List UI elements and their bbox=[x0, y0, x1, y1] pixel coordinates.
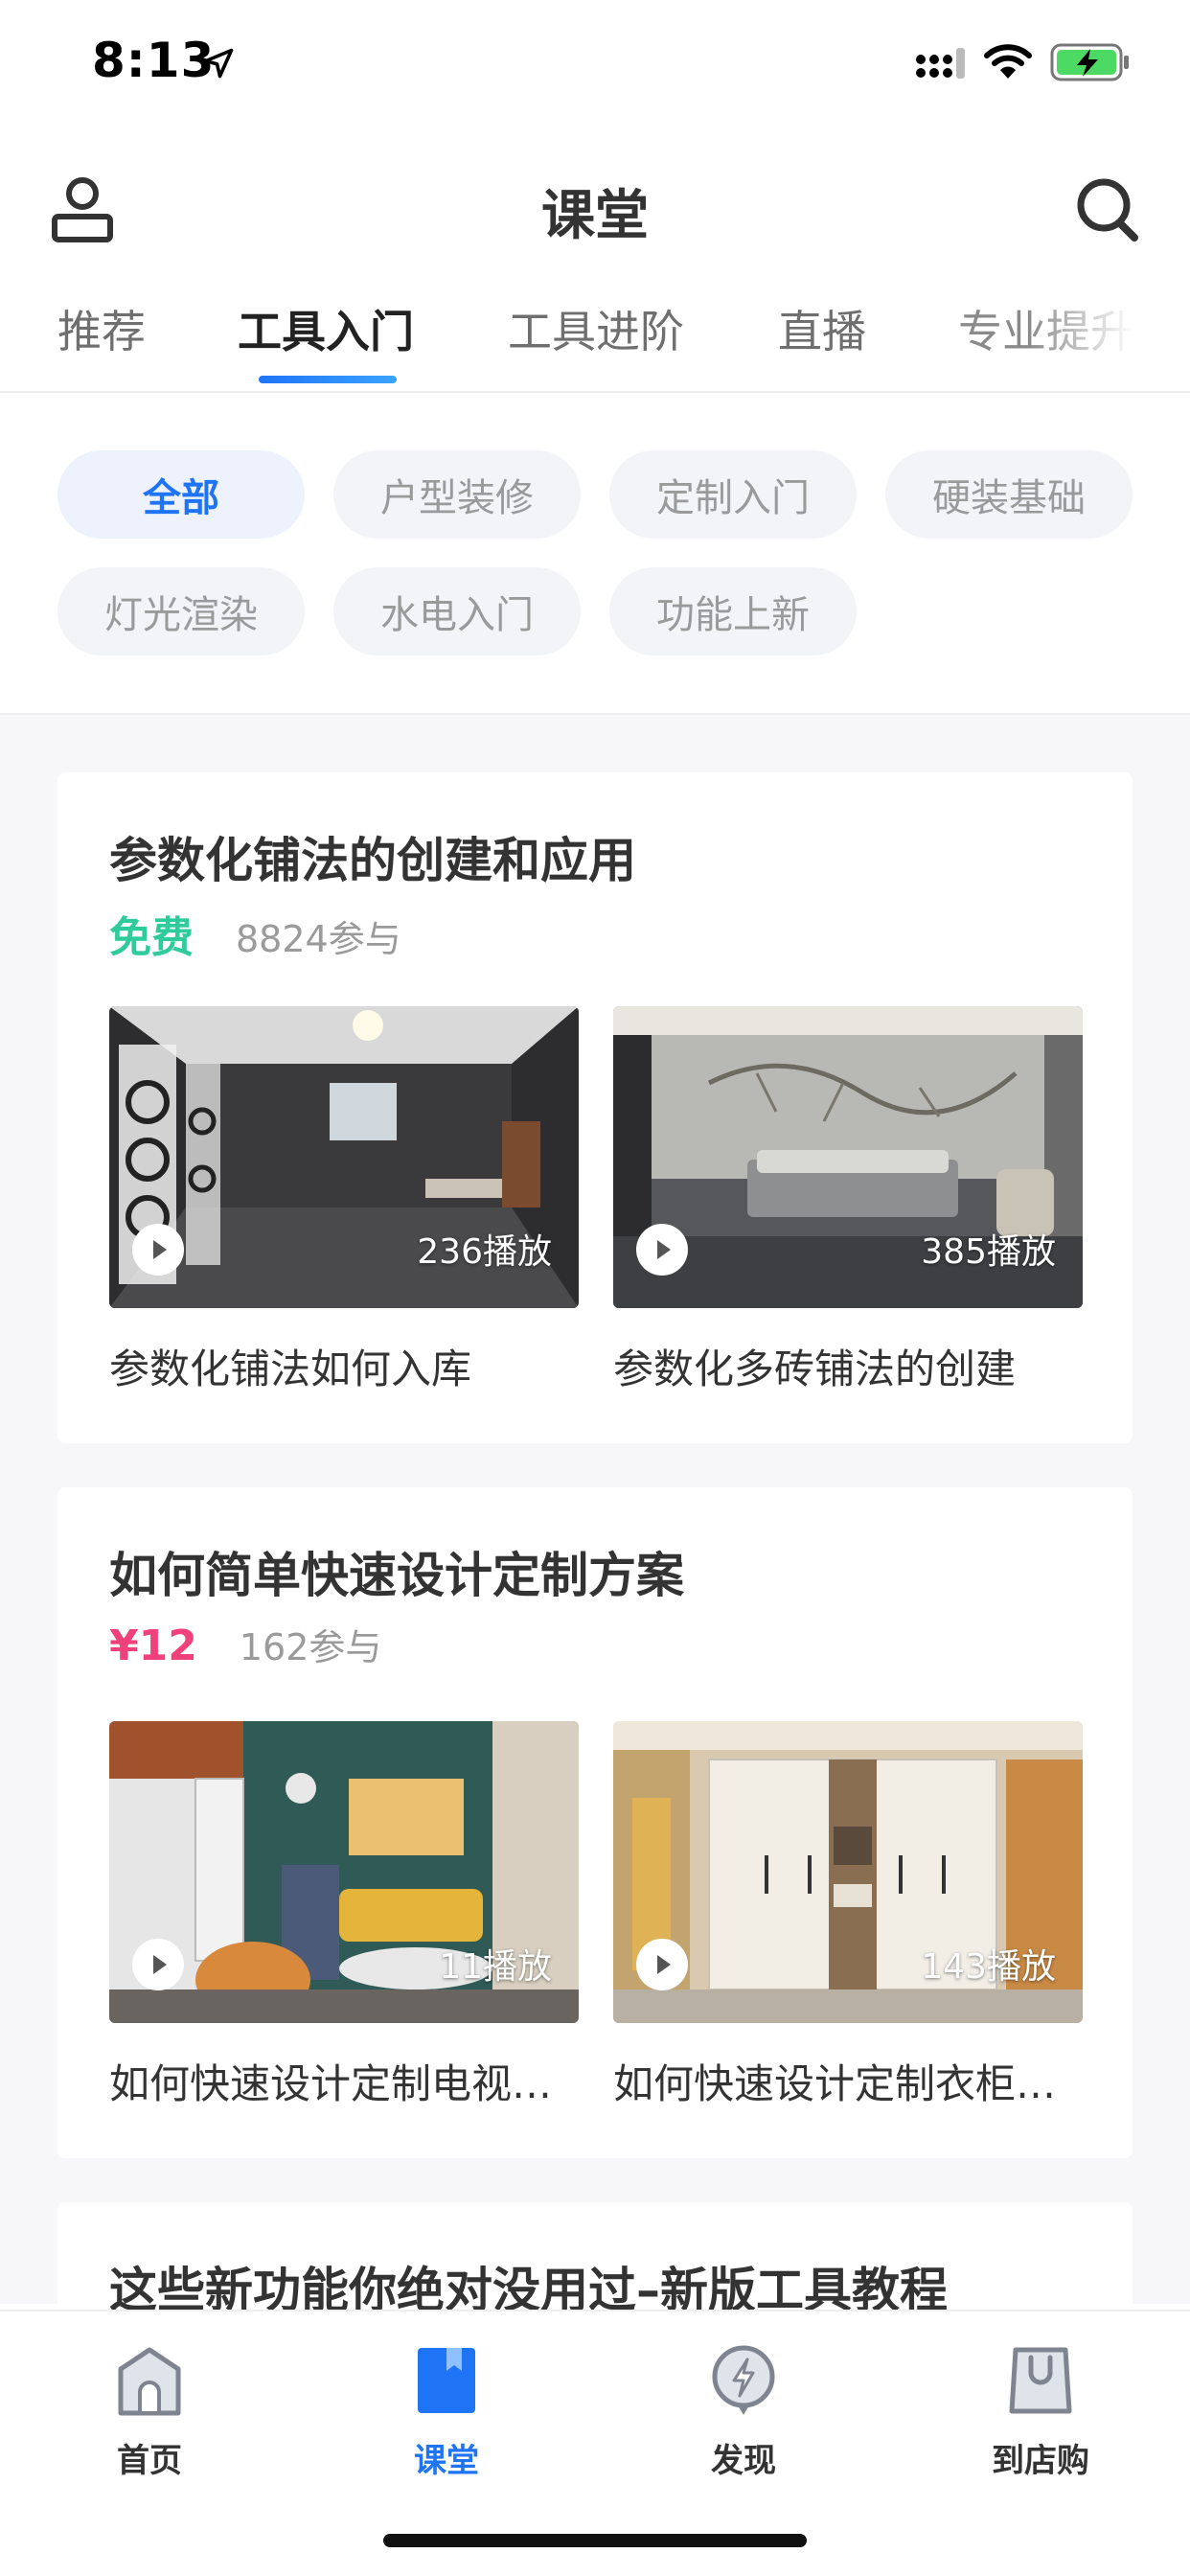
play-icon[interactable] bbox=[636, 1939, 688, 1990]
lesson-title: 参数化多砖铺法的创建 bbox=[613, 1346, 1017, 1392]
price-label: 免费 bbox=[109, 913, 194, 962]
filter-plumbing[interactable]: 水电入门 bbox=[333, 567, 581, 656]
tab-recommend[interactable]: 推荐 bbox=[57, 297, 146, 360]
play-icon[interactable] bbox=[132, 1939, 184, 1990]
nav-classroom[interactable]: 课堂 bbox=[351, 2334, 542, 2488]
home-indicator bbox=[383, 2534, 807, 2547]
home-icon bbox=[118, 2347, 181, 2416]
page-title: 课堂 bbox=[541, 185, 649, 247]
classroom-icon bbox=[418, 2348, 475, 2413]
filter-all[interactable]: 全部 bbox=[57, 450, 305, 539]
play-icon[interactable] bbox=[636, 1224, 688, 1276]
course-title: 如何简单快速设计定制方案 bbox=[109, 1548, 684, 1603]
lesson-title: 如何快速设计定制衣柜… bbox=[613, 2060, 1057, 2107]
nav-home[interactable]: 首页 bbox=[54, 2334, 245, 2488]
divider bbox=[0, 391, 1190, 393]
filter-floorplan[interactable]: 户型装修 bbox=[333, 450, 581, 539]
lesson-thumbnail[interactable]: 11播放 bbox=[109, 1721, 579, 2023]
divider bbox=[0, 713, 1190, 715]
nav-label: 首页 bbox=[117, 2442, 182, 2480]
status-bar: 8:13 bbox=[0, 0, 1190, 125]
play-count: 236播放 bbox=[417, 1232, 552, 1272]
lesson-title: 如何快速设计定制电视… bbox=[109, 2060, 553, 2107]
lesson-thumbnail[interactable]: 143播放 bbox=[613, 1721, 1083, 2023]
battery-charging-icon bbox=[1050, 43, 1129, 81]
price-label: ¥12 bbox=[109, 1622, 197, 1670]
lesson-item[interactable]: 385播放 参数化多砖铺法的创建 bbox=[613, 1006, 1083, 1395]
lesson-item[interactable]: 236播放 参数化铺法如何入库 bbox=[109, 1006, 579, 1395]
tab-tool-intro[interactable]: 工具入门 bbox=[238, 297, 414, 360]
lesson-title: 参数化铺法如何入库 bbox=[109, 1346, 472, 1392]
nav-label: 到店购 bbox=[992, 2442, 1089, 2480]
lesson-item[interactable]: 143播放 如何快速设计定制衣柜… bbox=[613, 1721, 1083, 2110]
lesson-thumbnail[interactable]: 385播放 bbox=[613, 1006, 1083, 1308]
filter-new-features[interactable]: 功能上新 bbox=[609, 567, 857, 656]
nav-store[interactable]: 到店购 bbox=[945, 2334, 1136, 2488]
store-icon bbox=[1009, 2347, 1072, 2414]
status-time: 8:13 bbox=[92, 33, 216, 88]
lesson-thumbnail[interactable]: 236播放 bbox=[109, 1006, 579, 1308]
search-icon[interactable] bbox=[1073, 174, 1140, 243]
tab-tool-advanced[interactable]: 工具进阶 bbox=[508, 297, 684, 360]
tab-professional[interactable]: 专业提升 bbox=[958, 297, 1134, 360]
discover-icon bbox=[712, 2345, 775, 2415]
filter-lighting[interactable]: 灯光渲染 bbox=[57, 567, 305, 656]
course-card[interactable]: 如何简单快速设计定制方案 ¥12 162参与 11播放 如何快速设计定制电视… … bbox=[57, 1487, 1133, 2158]
nav-discover[interactable]: 发现 bbox=[648, 2334, 839, 2488]
wifi-icon bbox=[984, 44, 1032, 79]
course-meta: ¥12 162参与 bbox=[109, 1618, 381, 1670]
play-count: 385播放 bbox=[921, 1232, 1056, 1272]
course-card[interactable]: 参数化铺法的创建和应用 免费 8824参与 236播放 参数化铺法如何入库 38… bbox=[57, 772, 1133, 1443]
category-tabs: 推荐 工具入门 工具进阶 直播 专业提升 bbox=[0, 297, 1190, 393]
play-count: 143播放 bbox=[921, 1947, 1056, 1987]
course-title: 参数化铺法的创建和应用 bbox=[109, 833, 636, 888]
course-meta: 免费 8824参与 bbox=[109, 903, 401, 964]
play-count: 11播放 bbox=[439, 1947, 552, 1987]
lesson-item[interactable]: 11播放 如何快速设计定制电视… bbox=[109, 1721, 579, 2110]
nav-label: 发现 bbox=[711, 2442, 776, 2480]
active-tab-indicator bbox=[259, 376, 397, 383]
filter-custom-intro[interactable]: 定制入门 bbox=[609, 450, 857, 539]
nav-label: 课堂 bbox=[414, 2442, 479, 2480]
filter-hard-decor[interactable]: 硬装基础 bbox=[885, 450, 1133, 539]
participant-count: 8824参与 bbox=[236, 918, 401, 960]
cellular-signal-icon bbox=[916, 48, 965, 79]
header: 课堂 bbox=[0, 163, 1190, 259]
course-card[interactable]: 这些新功能你绝对没用过–新版工具教程 bbox=[57, 2202, 1133, 2318]
play-icon[interactable] bbox=[132, 1224, 184, 1276]
tab-live[interactable]: 直播 bbox=[778, 297, 866, 360]
location-arrow-icon bbox=[203, 48, 234, 79]
participant-count: 162参与 bbox=[239, 1626, 382, 1668]
